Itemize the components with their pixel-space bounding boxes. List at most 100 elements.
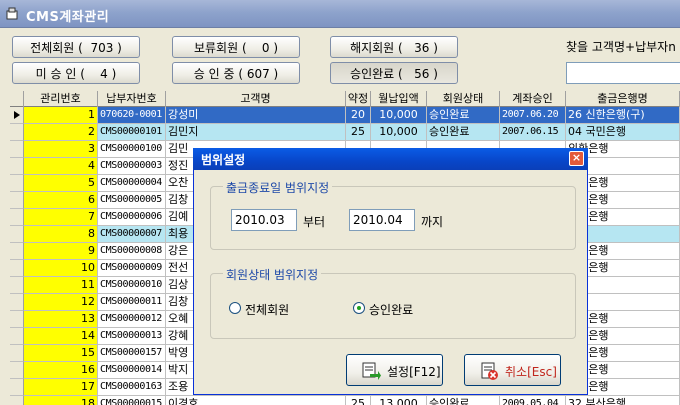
cell-status[interactable]: 승인완료 xyxy=(427,396,500,405)
row-indicator[interactable] xyxy=(10,260,24,277)
cell-payer[interactable]: CMS00000012 xyxy=(98,311,166,328)
col-header-payer[interactable]: 납부자번호 xyxy=(98,91,166,107)
filter-approving-button[interactable]: 승 인 중 ( 607 ) xyxy=(172,62,300,84)
row-indicator[interactable] xyxy=(10,294,24,311)
cell-payer[interactable]: CMS00000011 xyxy=(98,294,166,311)
cell-no[interactable]: 1 xyxy=(24,107,98,124)
row-indicator[interactable] xyxy=(10,396,24,405)
cell-bank[interactable]: 04 국민은행 xyxy=(566,124,680,141)
date-to-input[interactable]: 2010.04 xyxy=(349,209,415,231)
col-header-term[interactable]: 약정 xyxy=(346,91,371,107)
cell-no[interactable]: 14 xyxy=(24,328,98,345)
row-indicator[interactable] xyxy=(10,345,24,362)
cell-no[interactable]: 5 xyxy=(24,175,98,192)
row-indicator[interactable] xyxy=(10,362,24,379)
table-row[interactable]: 18 CMS00000015 이경호 25 13,000 승인완료 2009.05.04 32… xyxy=(10,396,680,405)
radio-approved[interactable] xyxy=(353,302,365,314)
table-row[interactable]: 2 CMS00000101 김민지 25 10,000 승인완료 2007.06.15 04 … xyxy=(10,124,680,141)
date-from-input[interactable]: 2010.03 xyxy=(231,209,297,231)
cell-status[interactable]: 승인완료 xyxy=(427,107,500,124)
radio-all-members-label[interactable]: 전체회원 xyxy=(245,301,289,318)
cell-name[interactable]: 강성미 xyxy=(166,107,346,124)
cell-payer[interactable]: CMS00000015 xyxy=(98,396,166,405)
cell-payer[interactable]: CMS00000005 xyxy=(98,192,166,209)
range-dialog: 범위설정 × 출금종료일 범위지정 2010.03 부터 2010.04 까지 … xyxy=(193,148,588,395)
cell-payer[interactable]: CMS00000013 xyxy=(98,328,166,345)
row-indicator[interactable] xyxy=(10,192,24,209)
cell-payer[interactable]: CMS00000163 xyxy=(98,379,166,396)
cell-approved[interactable]: 2009.05.04 xyxy=(500,396,566,405)
row-indicator[interactable] xyxy=(10,107,24,124)
row-indicator[interactable] xyxy=(10,158,24,175)
cell-amount[interactable]: 13,000 xyxy=(371,396,427,405)
cell-payer[interactable]: CMS00000006 xyxy=(98,209,166,226)
cell-term[interactable]: 25 xyxy=(346,396,371,405)
cell-bank[interactable]: 26 신한은행(구) xyxy=(566,107,680,124)
close-icon[interactable]: × xyxy=(569,151,584,166)
cell-amount[interactable]: 10,000 xyxy=(371,107,427,124)
filter-hold-members-button[interactable]: 보류회원 ( 0 ) xyxy=(172,36,300,58)
cell-no[interactable]: 10 xyxy=(24,260,98,277)
cell-bank[interactable]: 32 부산은행 xyxy=(566,396,680,405)
cell-payer[interactable]: CMS00000101 xyxy=(98,124,166,141)
row-indicator[interactable] xyxy=(10,277,24,294)
cell-no[interactable]: 9 xyxy=(24,243,98,260)
row-indicator[interactable] xyxy=(10,141,24,158)
cell-no[interactable]: 17 xyxy=(24,379,98,396)
cell-no[interactable]: 8 xyxy=(24,226,98,243)
row-indicator[interactable] xyxy=(10,311,24,328)
col-header-amount[interactable]: 월납입액 xyxy=(371,91,427,107)
col-header-approved[interactable]: 계좌승인 xyxy=(500,91,566,107)
cell-payer[interactable]: CMS00000007 xyxy=(98,226,166,243)
cell-name[interactable]: 이경호 xyxy=(166,396,346,405)
cell-no[interactable]: 6 xyxy=(24,192,98,209)
table-row[interactable]: 1 070620-0001 강성미 20 10,000 승인완료 2007.06.20 26 … xyxy=(10,107,680,124)
cell-no[interactable]: 18 xyxy=(24,396,98,405)
cell-no[interactable]: 12 xyxy=(24,294,98,311)
cell-payer[interactable]: CMS00000003 xyxy=(98,158,166,175)
filter-unapproved-button[interactable]: 미 승 인 ( 4 ) xyxy=(12,62,140,84)
confirm-button[interactable]: 설정[F12] xyxy=(346,354,443,386)
cell-status[interactable]: 승인완료 xyxy=(427,124,500,141)
cell-payer[interactable]: CMS00000008 xyxy=(98,243,166,260)
filter-terminated-members-button[interactable]: 해지회원 ( 36 ) xyxy=(330,36,458,58)
row-indicator[interactable] xyxy=(10,328,24,345)
cell-no[interactable]: 15 xyxy=(24,345,98,362)
cell-payer[interactable]: CMS00000010 xyxy=(98,277,166,294)
col-header-status[interactable]: 회원상태 xyxy=(427,91,500,107)
filter-approved-button[interactable]: 승인완료 ( 56 ) xyxy=(330,62,458,84)
cell-payer[interactable]: CMS00000157 xyxy=(98,345,166,362)
cell-no[interactable]: 11 xyxy=(24,277,98,294)
cell-payer[interactable]: CMS00000004 xyxy=(98,175,166,192)
row-indicator[interactable] xyxy=(10,124,24,141)
row-indicator[interactable] xyxy=(10,379,24,396)
cell-term[interactable]: 25 xyxy=(346,124,371,141)
cell-no[interactable]: 3 xyxy=(24,141,98,158)
col-header-no[interactable]: 관리번호 xyxy=(24,91,98,107)
cell-no[interactable]: 16 xyxy=(24,362,98,379)
row-indicator[interactable] xyxy=(10,243,24,260)
cell-no[interactable]: 4 xyxy=(24,158,98,175)
radio-approved-label[interactable]: 승인완료 xyxy=(369,301,413,318)
cancel-button[interactable]: 취소[Esc] xyxy=(464,354,561,386)
cell-approved[interactable]: 2007.06.20 xyxy=(500,107,566,124)
cell-approved[interactable]: 2007.06.15 xyxy=(500,124,566,141)
row-indicator[interactable] xyxy=(10,209,24,226)
search-input[interactable] xyxy=(566,62,680,84)
cell-no[interactable]: 13 xyxy=(24,311,98,328)
cell-payer[interactable]: 070620-0001 xyxy=(98,107,166,124)
cell-no[interactable]: 7 xyxy=(24,209,98,226)
cell-payer[interactable]: CMS00000009 xyxy=(98,260,166,277)
filter-all-members-button[interactable]: 전체회원 ( 703 ) xyxy=(12,36,140,58)
col-header-name[interactable]: 고객명 xyxy=(166,91,346,107)
cell-name[interactable]: 김민지 xyxy=(166,124,346,141)
cell-amount[interactable]: 10,000 xyxy=(371,124,427,141)
cell-payer[interactable]: CMS00000100 xyxy=(98,141,166,158)
radio-all-members[interactable] xyxy=(229,302,241,314)
cell-no[interactable]: 2 xyxy=(24,124,98,141)
cell-payer[interactable]: CMS00000014 xyxy=(98,362,166,379)
row-indicator[interactable] xyxy=(10,226,24,243)
row-indicator[interactable] xyxy=(10,175,24,192)
col-header-bank[interactable]: 출금은행명 xyxy=(566,91,680,107)
cell-term[interactable]: 20 xyxy=(346,107,371,124)
